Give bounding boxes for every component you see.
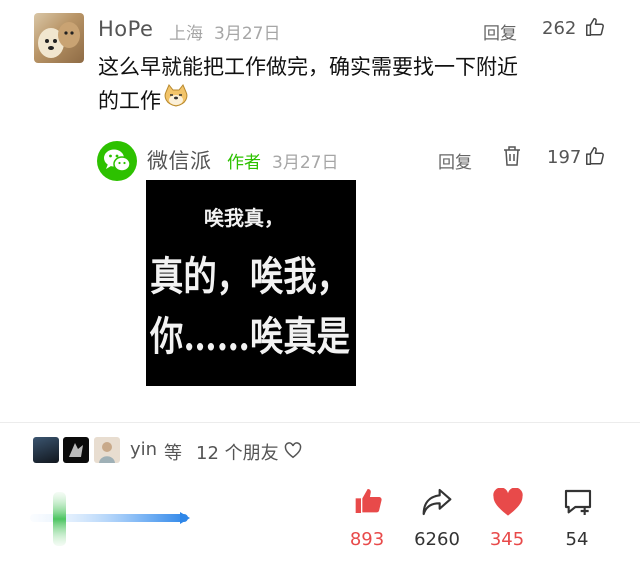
comment-input-placeholder[interactable] bbox=[30, 490, 200, 548]
friends-connector: 等 bbox=[164, 443, 182, 464]
wechat-logo-avatar[interactable] bbox=[97, 141, 137, 181]
friend-name[interactable]: yin bbox=[130, 439, 157, 460]
comment-date: 3月27日 bbox=[214, 24, 281, 44]
meme-line-1: 唉我真， bbox=[204, 206, 284, 230]
share-icon[interactable] bbox=[421, 487, 453, 521]
heart-count: 345 bbox=[489, 529, 525, 550]
friend-avatar-1[interactable] bbox=[33, 437, 59, 463]
comment-text-line2-row: 的工作 bbox=[98, 84, 608, 118]
comment-text-line2: 的工作 bbox=[98, 88, 161, 113]
like-filled-icon[interactable] bbox=[353, 485, 385, 521]
meme-line-3: 你……唉真是 bbox=[149, 313, 350, 360]
commenter-avatar[interactable] bbox=[34, 13, 84, 63]
thumbs-up-icon[interactable] bbox=[584, 145, 606, 171]
comment-count: 54 bbox=[565, 529, 589, 550]
reply-date: 3月27日 bbox=[272, 153, 339, 173]
thumbs-up-icon[interactable] bbox=[584, 16, 606, 42]
comment-text-line1: 这么早就能把工作做完，确实需要找一下附近 bbox=[98, 55, 518, 79]
comment-text: 这么早就能把工作做完，确实需要找一下附近 的工作 bbox=[98, 51, 608, 118]
comment-like-count: 262 bbox=[542, 18, 577, 39]
friends-count[interactable]: 12 个朋友 bbox=[196, 439, 279, 465]
meme-image[interactable]: 唉我真， 真的，唉我， 你……唉真是 bbox=[146, 180, 356, 386]
friend-avatar-2[interactable] bbox=[63, 437, 89, 463]
doge-emoji-icon bbox=[163, 84, 189, 118]
meme-line-2: 真的，唉我， bbox=[150, 253, 350, 300]
friend-avatar-3[interactable] bbox=[94, 437, 120, 463]
section-divider bbox=[0, 422, 640, 423]
author-reply-button[interactable]: 回复 bbox=[438, 148, 472, 173]
reply-like-count: 197 bbox=[547, 147, 582, 168]
author-name[interactable]: 微信派 bbox=[147, 145, 212, 175]
comment-add-icon[interactable] bbox=[562, 488, 594, 522]
reply-button[interactable]: 回复 bbox=[483, 19, 517, 44]
share-count: 6260 bbox=[414, 529, 460, 550]
heart-filled-icon[interactable] bbox=[492, 487, 524, 521]
comment-location: 上海 bbox=[169, 24, 203, 44]
author-badge: 作者 bbox=[227, 153, 261, 173]
commenter-name[interactable]: HoPe bbox=[98, 17, 153, 41]
like-count: 893 bbox=[349, 529, 385, 550]
heart-outline-icon[interactable] bbox=[284, 442, 302, 463]
trash-icon[interactable] bbox=[502, 145, 522, 171]
